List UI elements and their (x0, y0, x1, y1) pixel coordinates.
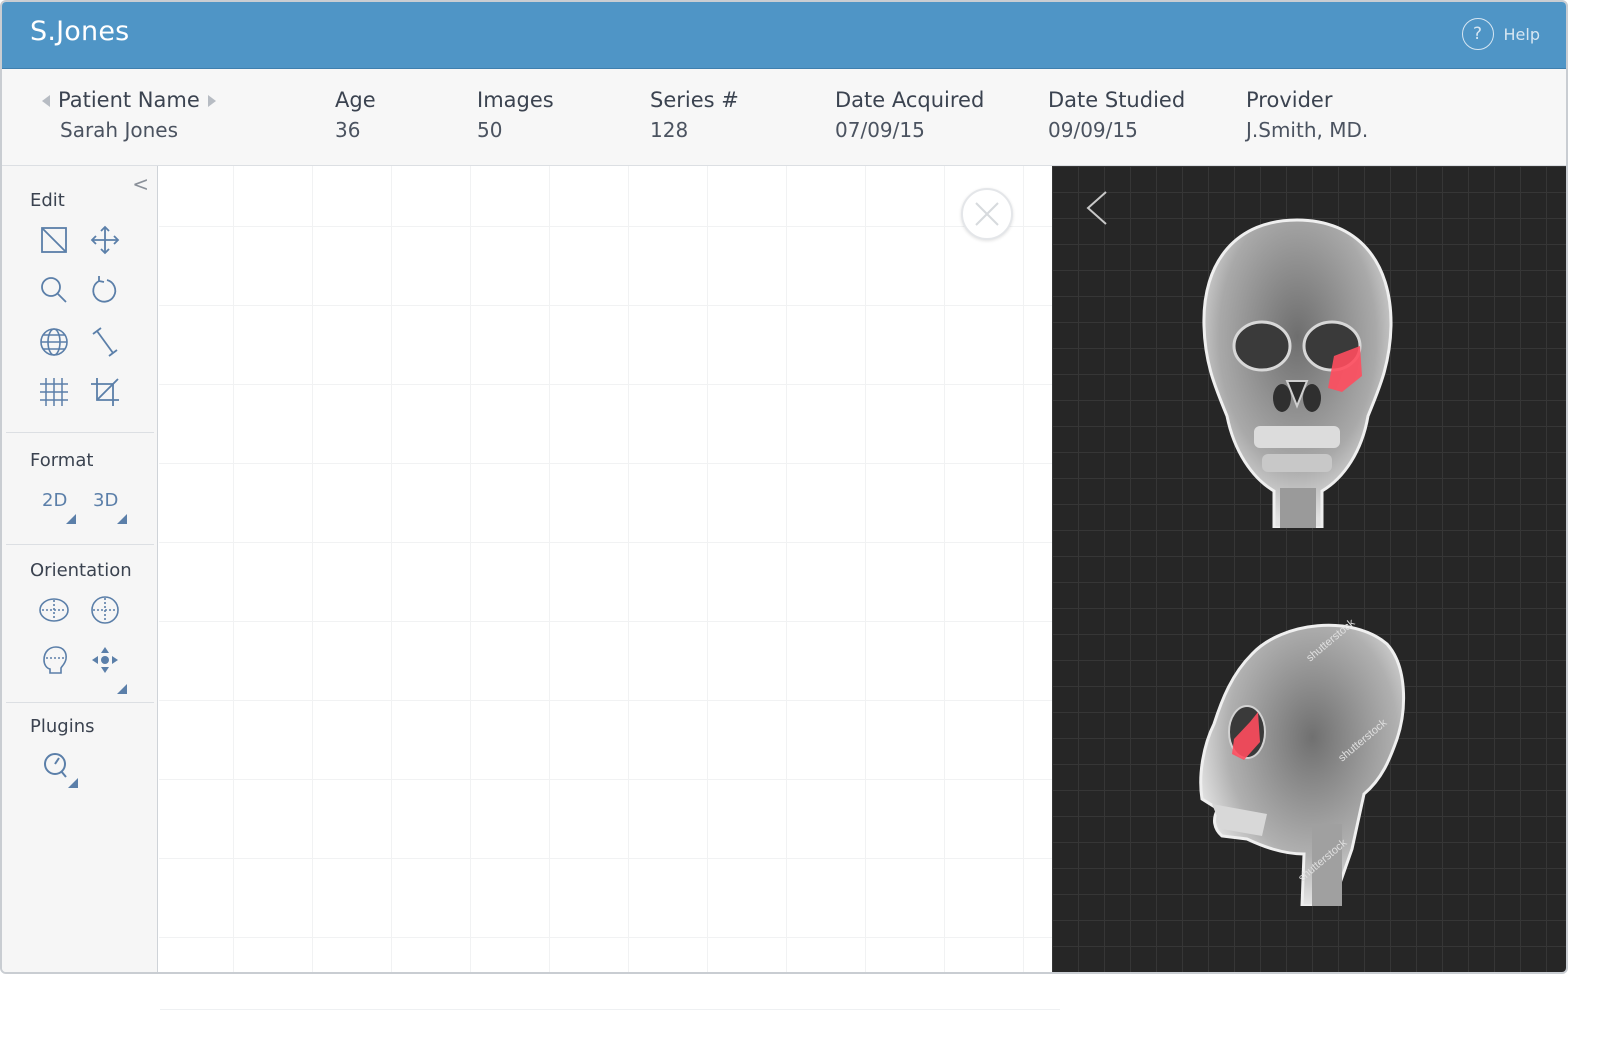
zoom-icon[interactable] (36, 272, 72, 308)
series-column: Series # 128 (650, 88, 739, 142)
date-acquired-label: Date Acquired (835, 88, 985, 112)
provider-value: J.Smith, MD. (1246, 118, 1369, 142)
collapse-sidebar-icon[interactable]: < (132, 172, 149, 196)
format-3d-button[interactable]: 3D (93, 490, 118, 511)
coronal-icon[interactable] (87, 592, 123, 628)
workspace-canvas[interactable] (159, 166, 1052, 972)
tool-sidebar: < Edit Format 2D 3D Orientation Plugins (2, 166, 158, 972)
patient-name-value: Sarah Jones (60, 118, 178, 142)
next-patient-icon[interactable] (207, 95, 216, 107)
select-rect-icon[interactable] (36, 222, 72, 258)
provider-column: Provider J.Smith, MD. (1246, 88, 1368, 142)
help-button[interactable]: ? Help (1461, 18, 1540, 50)
image-viewer[interactable]: shutterstock shutterstock shutterstock (1052, 166, 1566, 972)
age-label: Age (335, 88, 376, 112)
series-label: Series # (650, 88, 739, 112)
date-acquired-column: Date Acquired 07/09/15 (835, 88, 984, 142)
date-acquired-value: 07/09/15 (835, 118, 925, 142)
plugins-dropdown-icon[interactable] (68, 778, 78, 788)
pan-arrows-icon[interactable] (87, 642, 123, 678)
orientation-title: Orientation (30, 560, 132, 581)
rotate-icon[interactable] (87, 272, 123, 308)
grid-icon[interactable] (36, 374, 72, 410)
section-divider (6, 544, 154, 545)
prev-patient-icon[interactable] (42, 95, 50, 107)
date-studied-column: Date Studied 09/09/15 (1048, 88, 1185, 142)
series-value: 128 (650, 118, 689, 142)
globe-icon[interactable] (36, 324, 72, 360)
app-title: S.Jones (30, 16, 130, 47)
close-icon (975, 202, 999, 226)
back-arrow-icon[interactable] (1084, 190, 1110, 226)
date-studied-label: Date Studied (1048, 88, 1186, 112)
format-2d-dropdown-icon[interactable] (66, 514, 76, 524)
format-2d-button[interactable]: 2D (42, 490, 67, 511)
sagittal-head-icon[interactable] (36, 642, 72, 678)
app-window: S.Jones ? Help Patient Name Sarah Jones … (0, 0, 1568, 974)
format-title: Format (30, 450, 94, 471)
provider-label: Provider (1246, 88, 1333, 112)
title-bar: S.Jones ? Help (2, 2, 1566, 69)
help-icon: ? (1461, 18, 1494, 50)
orientation-dropdown-icon[interactable] (117, 684, 127, 694)
divider (160, 1009, 1060, 1010)
help-label: Help (1503, 24, 1540, 44)
crop-icon[interactable] (87, 374, 123, 410)
images-column: Images 50 (477, 88, 554, 142)
plugins-title: Plugins (30, 716, 95, 737)
age-column: Age 36 (335, 88, 376, 142)
age-value: 36 (335, 118, 361, 142)
patient-name-column: Patient Name Sarah Jones (42, 88, 216, 142)
edit-title: Edit (30, 190, 65, 211)
section-divider (6, 702, 154, 703)
patient-name-header[interactable]: Patient Name (42, 88, 216, 112)
move-icon[interactable] (87, 222, 123, 258)
images-value: 50 (477, 118, 503, 142)
images-label: Images (477, 88, 554, 112)
date-studied-value: 09/09/15 (1048, 118, 1138, 142)
patient-info-bar: Patient Name Sarah Jones Age 36 Images 5… (2, 69, 1566, 166)
section-divider (6, 432, 154, 433)
skull-lateral-xray[interactable]: shutterstock shutterstock shutterstock (1192, 614, 1412, 906)
measure-icon[interactable] (87, 324, 123, 360)
close-button[interactable] (961, 188, 1013, 240)
skull-frontal-xray[interactable] (1182, 216, 1412, 528)
axial-icon[interactable] (36, 592, 72, 628)
format-3d-dropdown-icon[interactable] (117, 514, 127, 524)
